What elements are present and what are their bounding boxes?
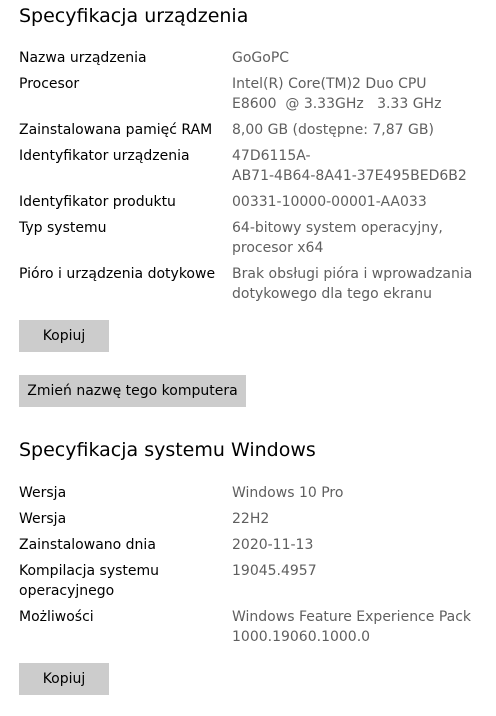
row-value: 00331-10000-00001-AA033	[232, 192, 487, 212]
value-line: E8600 @ 3.33GHz 3.33 GHz	[232, 96, 442, 112]
value-line: 1000.19060.1000.0	[232, 629, 371, 645]
value-line: 00331-10000-00001-AA033	[232, 194, 427, 210]
row-label: Wersja	[19, 483, 229, 503]
row-value: GoGoPC	[232, 48, 487, 68]
row-label: Zainstalowana pamięć RAM	[19, 122, 213, 138]
rename-pc-button[interactable]: Zmień nazwę tego komputera	[19, 375, 246, 407]
label-line: Kompilacja systemu	[19, 563, 160, 579]
device-specs-title: Specyfikacja urządzenia	[19, 5, 249, 27]
value-line: 22H2	[232, 511, 270, 527]
row-value: Windows 10 Pro	[232, 483, 487, 503]
row-value: 8,00 GB (dostępne: 7,87 GB)	[232, 120, 487, 140]
row-label: Kompilacja systemu operacyjnego	[19, 561, 229, 601]
row-value: 2020-11-13	[232, 535, 487, 555]
value-line: 19045.4957	[232, 563, 317, 579]
value-line: procesor x64	[232, 240, 324, 256]
value-line: AB71-4B64-8A41-37E495BED6B2	[232, 168, 467, 184]
row-label: Możliwości	[19, 607, 229, 627]
row-label: Wersja	[19, 509, 229, 529]
copy-device-specs-button[interactable]: Kopiuj	[19, 320, 109, 352]
row-value: 47D6115A- AB71-4B64-8A41-37E495BED6B2	[232, 146, 487, 186]
label-line: Wersja	[19, 511, 67, 527]
row-label: Procesor	[19, 76, 80, 92]
row-value: 22H2	[232, 509, 487, 529]
row-value: 64-bitowy system operacyjny, procesor x6…	[232, 218, 487, 258]
value-line: 64-bitowy system operacyjny,	[232, 220, 443, 236]
copy-windows-specs-button[interactable]: Kopiuj	[19, 663, 109, 695]
row-label: Nazwa urządzenia	[19, 50, 147, 66]
row-value: Intel(R) Core(TM)2 Duo CPU E8600 @ 3.33G…	[232, 74, 487, 114]
row-label: Typ systemu	[19, 220, 107, 236]
row-value: Windows Feature Experience Pack 1000.190…	[232, 607, 487, 647]
value-line: Intel(R) Core(TM)2 Duo CPU	[232, 76, 427, 92]
label-line: Zainstalowano dnia	[19, 537, 156, 553]
row-value: Brak obsługi pióra i wprowadzania dotyko…	[232, 264, 487, 304]
value-line: 8,00 GB (dostępne: 7,87 GB)	[232, 122, 434, 138]
value-line: Windows 10 Pro	[232, 485, 344, 501]
label-line: Możliwości	[19, 609, 94, 625]
value-line: Brak obsługi pióra i wprowadzania	[232, 266, 473, 282]
value-line: Windows Feature Experience Pack	[232, 609, 472, 625]
value-line: 2020-11-13	[232, 537, 314, 553]
value-line: GoGoPC	[232, 50, 290, 66]
row-label: Zainstalowano dnia	[19, 535, 229, 555]
row-value: 19045.4957	[232, 561, 487, 581]
row-label: Pióro i urządzenia dotykowe	[19, 266, 216, 282]
label-line: operacyjnego	[19, 583, 115, 599]
row-label: Identyfikator produktu	[19, 194, 176, 210]
value-line: dotykowego dla tego ekranu	[232, 286, 432, 302]
label-line: Wersja	[19, 485, 67, 501]
value-line: 47D6115A-	[232, 148, 311, 164]
windows-specs-title: Specyfikacja systemu Windows	[19, 439, 316, 461]
row-label: Identyfikator urządzenia	[19, 148, 190, 164]
